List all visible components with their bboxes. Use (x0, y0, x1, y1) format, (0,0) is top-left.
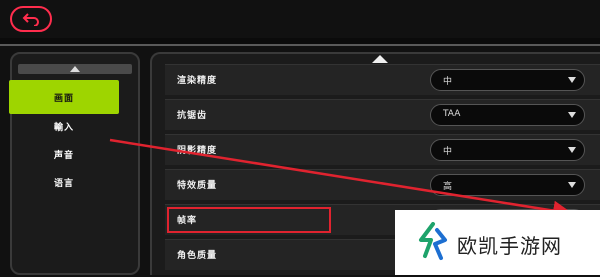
setting-label: 特效质量 (177, 181, 218, 191)
sidebar-item-language[interactable]: 语言 (9, 170, 119, 194)
shadow-precision-dropdown[interactable]: 中 (430, 139, 585, 161)
dropdown-value: 中 (443, 77, 453, 87)
back-button[interactable] (10, 6, 52, 32)
effects-quality-dropdown[interactable]: 高 (430, 174, 585, 196)
sidebar-item-label: 輸入 (53, 122, 74, 133)
sidebar-item-input[interactable]: 輸入 (9, 114, 119, 138)
setting-label: 阴影精度 (177, 146, 218, 156)
caret-down-icon (568, 112, 576, 118)
sidebar-item-sound[interactable]: 声音 (9, 142, 119, 166)
caret-down-icon (568, 182, 576, 188)
watermark-logo: 欧凯手游网 (395, 210, 600, 275)
dropdown-value: TAA (443, 109, 461, 119)
anti-aliasing-dropdown[interactable]: TAA (430, 104, 585, 126)
dropdown-value: 中 (443, 147, 453, 157)
setting-row-effects-quality: 特效质量 高 (165, 169, 600, 200)
setting-label: 渲染精度 (177, 76, 218, 86)
top-bar (0, 0, 600, 38)
annotation-highlight-box (167, 207, 331, 233)
sidebar-item-label: 画面 (53, 93, 74, 104)
caret-down-icon (568, 77, 576, 83)
chevron-up-icon[interactable] (372, 55, 388, 63)
chevron-up-icon (70, 66, 80, 72)
setting-row-anti-aliasing: 抗锯齿 TAA (165, 99, 600, 130)
caret-down-icon (568, 147, 576, 153)
setting-row-render-precision: 渲染精度 中 (165, 64, 600, 95)
watermark-text: 欧凯手游网 (457, 234, 562, 258)
setting-label: 抗锯齿 (177, 111, 208, 121)
setting-row-shadow-precision: 阴影精度 中 (165, 134, 600, 165)
dropdown-value: 高 (443, 182, 453, 192)
sidebar-item-display[interactable]: 画面 (9, 80, 119, 114)
setting-label: 角色质量 (177, 251, 218, 261)
sidebar-item-label: 声音 (53, 150, 74, 161)
render-precision-dropdown[interactable]: 中 (430, 69, 585, 91)
sidebar-scroll-up[interactable] (18, 64, 132, 74)
logo-icon (419, 222, 447, 260)
sidebar-item-label: 语言 (53, 178, 74, 189)
back-arrow-icon (22, 13, 39, 26)
